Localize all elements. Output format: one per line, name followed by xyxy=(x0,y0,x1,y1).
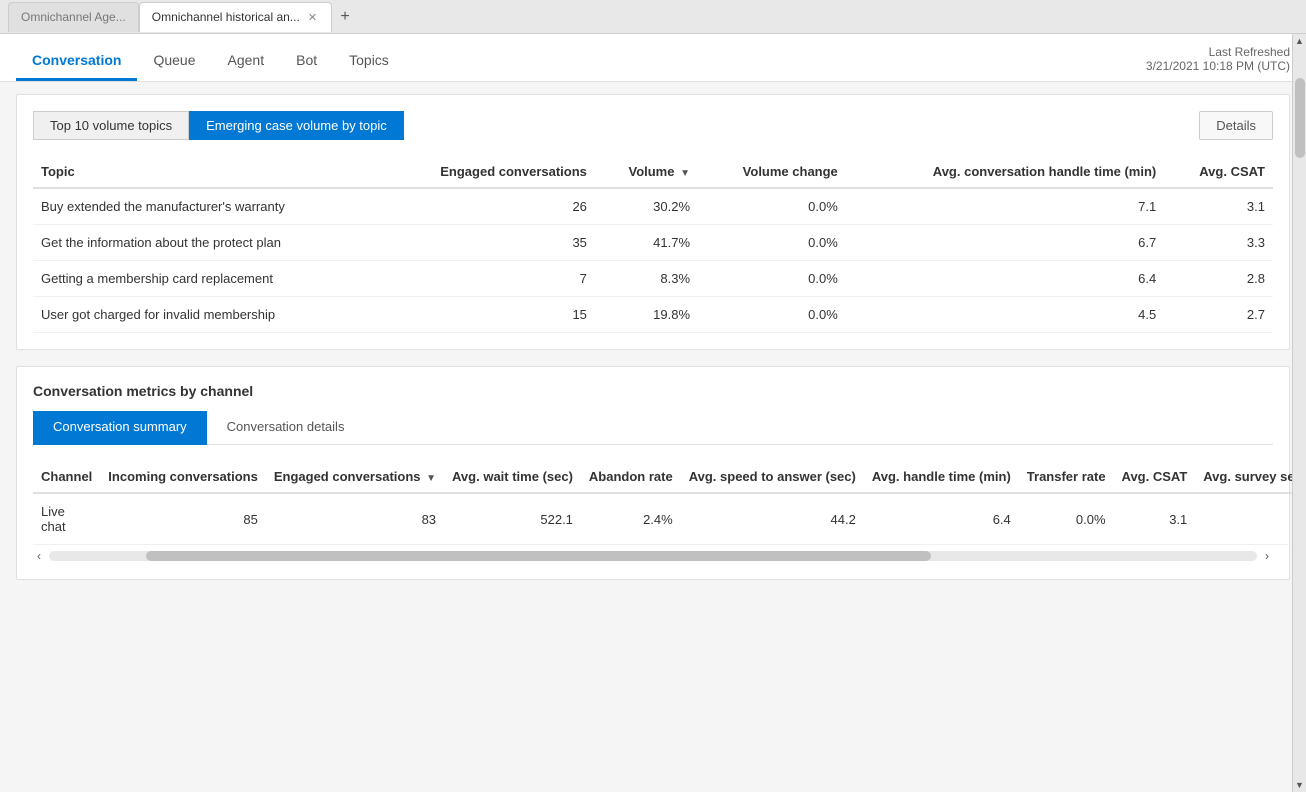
cell-avg-handle: 6.4 xyxy=(864,493,1019,545)
col-engaged: Engaged conversations xyxy=(379,156,595,188)
scrollbar-thumb[interactable] xyxy=(146,551,931,561)
nav-tab-agent[interactable]: Agent xyxy=(212,40,281,81)
cell-volume: 8.3% xyxy=(595,261,698,297)
mcol-avg-speed: Avg. speed to answer (sec) xyxy=(681,461,864,493)
app-header: Conversation Queue Agent Bot Topics Last… xyxy=(0,34,1306,82)
col-volume-change: Volume change xyxy=(698,156,846,188)
vertical-scrollbar: ▲ ▼ xyxy=(1292,34,1306,792)
tab-top10-volume[interactable]: Top 10 volume topics xyxy=(33,111,189,140)
tab-emerging-case-volume[interactable]: Emerging case volume by topic xyxy=(189,111,404,140)
nav-tab-topics[interactable]: Topics xyxy=(333,40,405,81)
horizontal-scrollbar[interactable] xyxy=(49,551,1257,561)
cell-avg-csat: 2.8 xyxy=(1164,261,1273,297)
scroll-up-button[interactable]: ▲ xyxy=(1293,34,1306,48)
metrics-table: Channel Incoming conversations Engaged c… xyxy=(33,461,1303,545)
mcol-avg-wait: Avg. wait time (sec) xyxy=(444,461,581,493)
cell-avg-csat: 3.3 xyxy=(1164,225,1273,261)
browser-tab-2-label: Omnichannel historical an... xyxy=(152,10,300,24)
cell-volume-change: 0.0% xyxy=(698,297,846,333)
volume-sort-icon: ▼ xyxy=(680,168,690,179)
topics-tabs: Top 10 volume topics Emerging case volum… xyxy=(33,111,404,140)
cell-abandon-rate: 2.4% xyxy=(581,493,681,545)
nav-tab-queue[interactable]: Queue xyxy=(137,40,211,81)
cell-avg-csat: 3.1 xyxy=(1114,493,1196,545)
cell-topic: Getting a membership card replacement xyxy=(33,261,379,297)
cell-engaged: 7 xyxy=(379,261,595,297)
scroll-down-button[interactable]: ▼ xyxy=(1293,778,1306,792)
mcol-transfer-rate: Transfer rate xyxy=(1019,461,1114,493)
cell-volume: 19.8% xyxy=(595,297,698,333)
last-refreshed-value: 3/21/2021 10:18 PM (UTC) xyxy=(1146,59,1290,73)
engaged-sort-icon: ▼ xyxy=(426,473,436,484)
nav-tab-bot[interactable]: Bot xyxy=(280,40,333,81)
browser-tab-1-label: Omnichannel Age... xyxy=(21,10,126,24)
cell-transfer-rate: 0.0% xyxy=(1019,493,1114,545)
cell-engaged: 26 xyxy=(379,188,595,225)
browser-tab-1[interactable]: Omnichannel Age... xyxy=(8,2,139,32)
cell-avg-survey xyxy=(1195,493,1302,545)
vertical-scrollbar-thumb[interactable] xyxy=(1295,78,1305,158)
cell-volume-change: 0.0% xyxy=(698,225,846,261)
cell-volume-change: 0.0% xyxy=(698,261,846,297)
metrics-card: Conversation metrics by channel Conversa… xyxy=(16,366,1290,580)
cell-avg-csat: 2.7 xyxy=(1164,297,1273,333)
details-button[interactable]: Details xyxy=(1199,111,1273,140)
scroll-left-button[interactable]: ‹ xyxy=(33,549,45,563)
cell-avg-handle: 6.4 xyxy=(846,261,1164,297)
mcol-engaged: Engaged conversations ▼ xyxy=(266,461,444,493)
col-topic: Topic xyxy=(33,156,379,188)
cell-engaged: 35 xyxy=(379,225,595,261)
table-row: Getting a membership card replacement 7 … xyxy=(33,261,1273,297)
table-row: Buy extended the manufacturer's warranty… xyxy=(33,188,1273,225)
cell-avg-speed: 44.2 xyxy=(681,493,864,545)
browser-tab-2-close[interactable]: ✕ xyxy=(306,11,319,24)
cell-channel: Live chat xyxy=(33,493,100,545)
topics-header: Top 10 volume topics Emerging case volum… xyxy=(33,111,1273,140)
cell-topic: Get the information about the protect pl… xyxy=(33,225,379,261)
cell-engaged: 15 xyxy=(379,297,595,333)
last-refreshed: Last Refreshed 3/21/2021 10:18 PM (UTC) xyxy=(1146,45,1290,81)
col-volume: Volume ▼ xyxy=(595,156,698,188)
cell-avg-handle: 6.7 xyxy=(846,225,1164,261)
nav-tab-conversation[interactable]: Conversation xyxy=(16,40,137,81)
horizontal-scrollbar-wrapper: ‹ › xyxy=(33,549,1273,563)
mcol-avg-handle: Avg. handle time (min) xyxy=(864,461,1019,493)
mcol-abandon-rate: Abandon rate xyxy=(581,461,681,493)
main-content: Top 10 volume topics Emerging case volum… xyxy=(0,82,1306,792)
cell-volume: 41.7% xyxy=(595,225,698,261)
topics-table: Topic Engaged conversations Volume ▼ Vol… xyxy=(33,156,1273,333)
mcol-avg-csat: Avg. CSAT xyxy=(1114,461,1196,493)
browser-tab-bar: Omnichannel Age... Omnichannel historica… xyxy=(0,0,1306,34)
new-tab-button[interactable]: + xyxy=(332,4,358,30)
cell-incoming: 85 xyxy=(100,493,266,545)
browser-tab-2[interactable]: Omnichannel historical an... ✕ xyxy=(139,2,332,32)
sub-tab-conversation-summary[interactable]: Conversation summary xyxy=(33,411,207,445)
metrics-table-header-row: Channel Incoming conversations Engaged c… xyxy=(33,461,1303,493)
last-refreshed-label: Last Refreshed xyxy=(1146,45,1290,59)
topics-card: Top 10 volume topics Emerging case volum… xyxy=(16,94,1290,350)
table-row: Get the information about the protect pl… xyxy=(33,225,1273,261)
table-row: Live chat 85 83 522.1 2.4% 44.2 6.4 0.0%… xyxy=(33,493,1303,545)
nav-tabs: Conversation Queue Agent Bot Topics xyxy=(16,34,405,81)
col-avg-handle: Avg. conversation handle time (min) xyxy=(846,156,1164,188)
cell-volume: 30.2% xyxy=(595,188,698,225)
mcol-avg-survey: Avg. survey se xyxy=(1195,461,1302,493)
topics-table-header-row: Topic Engaged conversations Volume ▼ Vol… xyxy=(33,156,1273,188)
mcol-channel: Channel xyxy=(33,461,100,493)
cell-avg-handle: 7.1 xyxy=(846,188,1164,225)
cell-avg-wait: 522.1 xyxy=(444,493,581,545)
metrics-section-title: Conversation metrics by channel xyxy=(33,383,1273,399)
cell-topic: Buy extended the manufacturer's warranty xyxy=(33,188,379,225)
mcol-incoming: Incoming conversations xyxy=(100,461,266,493)
scroll-right-button[interactable]: › xyxy=(1261,549,1273,563)
table-row: User got charged for invalid membership … xyxy=(33,297,1273,333)
cell-engaged: 83 xyxy=(266,493,444,545)
cell-volume-change: 0.0% xyxy=(698,188,846,225)
cell-avg-handle: 4.5 xyxy=(846,297,1164,333)
cell-topic: User got charged for invalid membership xyxy=(33,297,379,333)
col-avg-csat: Avg. CSAT xyxy=(1164,156,1273,188)
sub-tab-conversation-details[interactable]: Conversation details xyxy=(207,411,365,445)
cell-avg-csat: 3.1 xyxy=(1164,188,1273,225)
metrics-sub-tabs: Conversation summary Conversation detail… xyxy=(33,411,1273,445)
